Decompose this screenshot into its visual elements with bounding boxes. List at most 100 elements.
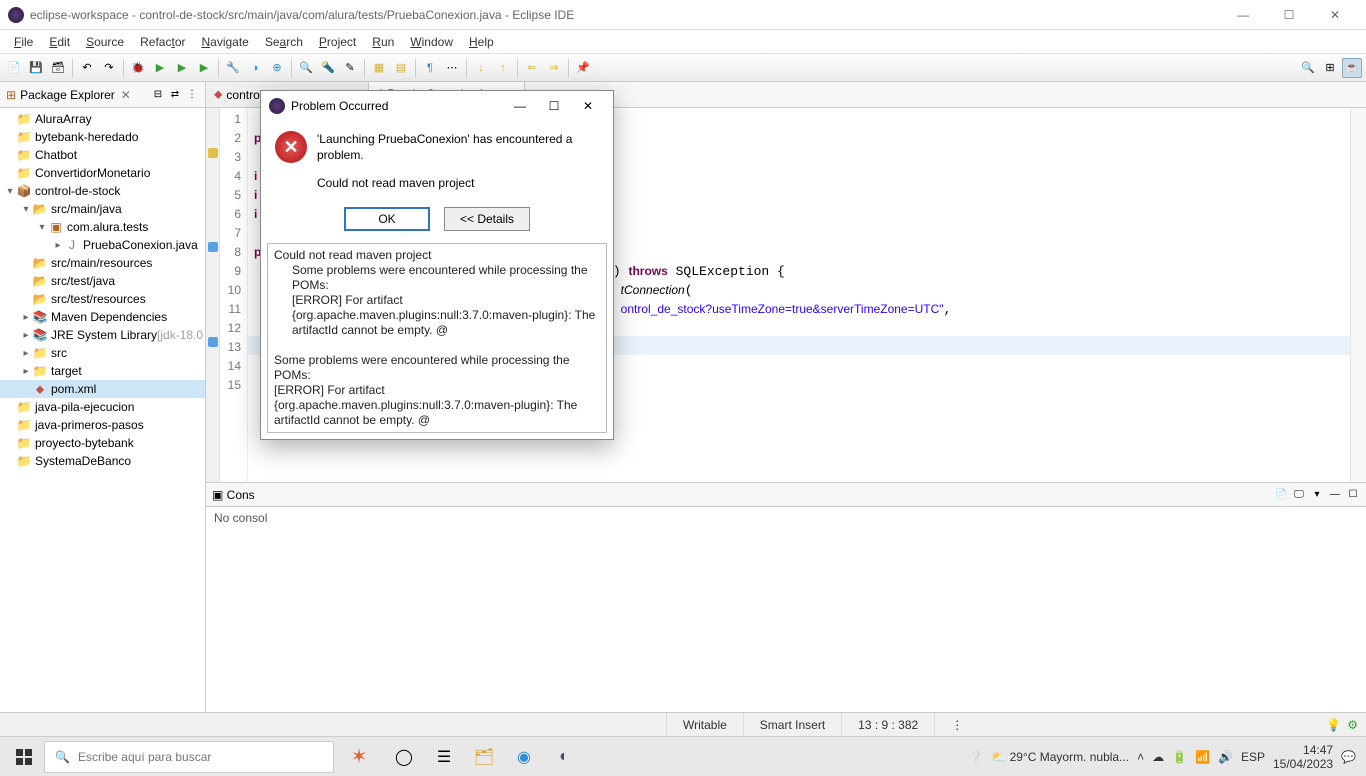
status-menu[interactable]: ⋮ bbox=[934, 713, 979, 736]
console-min-icon[interactable]: — bbox=[1328, 488, 1342, 502]
tree-item[interactable]: 📁ConvertidorMonetario bbox=[0, 164, 205, 182]
updates-icon[interactable]: ⚙ bbox=[1347, 718, 1358, 732]
run-button[interactable]: ▶ bbox=[150, 58, 170, 78]
onedrive-icon[interactable]: ☁ bbox=[1152, 750, 1164, 764]
ok-button[interactable]: OK bbox=[344, 207, 430, 231]
tray-expand-icon[interactable]: ˄ bbox=[1137, 750, 1144, 764]
pin-button[interactable]: ¶ bbox=[420, 58, 440, 78]
tree-item[interactable]: ▾📦control-de-stock bbox=[0, 182, 205, 200]
new-package-button[interactable]: ⊕ bbox=[267, 58, 287, 78]
window-minimize-button[interactable]: — bbox=[1220, 0, 1266, 30]
tree-item[interactable]: ▸📚Maven Dependencies bbox=[0, 308, 205, 326]
tree-item[interactable]: ▸📁src bbox=[0, 344, 205, 362]
tip-icon[interactable]: 💡 bbox=[1326, 718, 1341, 732]
toggle-breadcrumb-button[interactable]: ▦ bbox=[369, 58, 389, 78]
window-maximize-button[interactable]: ☐ bbox=[1266, 0, 1312, 30]
menu-window[interactable]: Window bbox=[402, 33, 461, 51]
console-max-icon[interactable]: ☐ bbox=[1346, 488, 1360, 502]
menu-file[interactable]: File bbox=[6, 33, 41, 51]
package-explorer-tab[interactable]: ⊞ Package Explorer ✕ ⊟ ⇄ ⋮ bbox=[0, 82, 205, 108]
tree-item[interactable]: ▸JPruebaConexion.java bbox=[0, 236, 205, 254]
package-explorer-title: Package Explorer bbox=[20, 88, 115, 102]
taskbar-clock[interactable]: 14:47 15/04/2023 bbox=[1273, 743, 1333, 771]
console-pin-icon[interactable]: 📄 bbox=[1274, 488, 1288, 502]
dialog-minimize-button[interactable]: — bbox=[503, 92, 537, 120]
tree-item[interactable]: ▸📁target bbox=[0, 362, 205, 380]
toggle-block-button[interactable]: ▤ bbox=[391, 58, 411, 78]
console-tab[interactable]: ▣ Cons bbox=[212, 488, 255, 502]
open-perspective-button[interactable]: ⊞ bbox=[1320, 58, 1340, 78]
prev-annotation-button[interactable]: ↑ bbox=[493, 58, 513, 78]
new-class-button[interactable]: ◑ bbox=[245, 58, 265, 78]
language-indicator[interactable]: ESP bbox=[1241, 750, 1265, 764]
notifications-icon[interactable]: 💬 bbox=[1341, 750, 1356, 764]
save-button[interactable]: 💾 bbox=[26, 58, 46, 78]
link-editor-icon[interactable]: ⇄ bbox=[168, 88, 182, 102]
save-all-button[interactable]: 🗃 bbox=[48, 58, 68, 78]
problem-dialog: Problem Occurred — ☐ ✕ ✕ 'Launching Prue… bbox=[260, 90, 614, 440]
window-titlebar: eclipse-workspace - control-de-stock/src… bbox=[0, 0, 1366, 30]
forward-button[interactable]: ⇒ bbox=[544, 58, 564, 78]
run-last-button[interactable]: ▶ bbox=[172, 58, 192, 78]
pin-editor-button[interactable]: 📌 bbox=[573, 58, 593, 78]
dialog-details-text[interactable]: Could not read maven projectSome problem… bbox=[267, 243, 607, 433]
tree-item[interactable]: ▸📚JRE System Library [jdk-18.0 bbox=[0, 326, 205, 344]
back-button[interactable]: ⇐ bbox=[522, 58, 542, 78]
tree-item[interactable]: 📁java-primeros-pasos bbox=[0, 416, 205, 434]
tree-item[interactable]: 📁java-pila-ejecucion bbox=[0, 398, 205, 416]
tree-item[interactable]: 📁AluraArray bbox=[0, 110, 205, 128]
menu-navigate[interactable]: Navigate bbox=[193, 33, 256, 51]
menu-refactor[interactable]: Refactor bbox=[132, 33, 193, 51]
console-menu-icon[interactable]: ▾ bbox=[1310, 488, 1324, 502]
help-icon[interactable]: ❔ bbox=[968, 750, 983, 764]
weather-widget[interactable]: ⛅ 29°C Mayorm. nubla... bbox=[991, 750, 1129, 764]
main-toolbar: 📄 💾 🗃 ↶ ↷ 🐞 ▶ ▶ ▶ 🔧 ◑ ⊕ 🔍 🔦 ✎ ▦ ▤ ¶ ⋯ ↓ … bbox=[0, 54, 1366, 82]
tree-item[interactable]: 📁bytebank-heredado bbox=[0, 128, 205, 146]
tree-item[interactable]: 📁SystemaDeBanco bbox=[0, 452, 205, 470]
toggle-mark-button[interactable]: ✎ bbox=[340, 58, 360, 78]
java-perspective-button[interactable]: ☕ bbox=[1342, 58, 1362, 78]
volume-icon[interactable]: 🔊 bbox=[1218, 750, 1233, 764]
show-whitespace-button[interactable]: ⋯ bbox=[442, 58, 462, 78]
undo-icon[interactable]: ↶ bbox=[77, 58, 97, 78]
view-menu-icon[interactable]: ⋮ bbox=[185, 88, 199, 102]
ext-tools-button[interactable]: 🔧 bbox=[223, 58, 243, 78]
menu-search[interactable]: Search bbox=[257, 33, 311, 51]
console-text: No consol bbox=[214, 511, 267, 525]
menu-help[interactable]: Help bbox=[461, 33, 502, 51]
tree-item[interactable]: ⬥pom.xml bbox=[0, 380, 205, 398]
debug-button[interactable]: 🐞 bbox=[128, 58, 148, 78]
coverage-button[interactable]: ▶ bbox=[194, 58, 214, 78]
tree-item[interactable]: 📂src/main/resources bbox=[0, 254, 205, 272]
tree-item[interactable]: 📁Chatbot bbox=[0, 146, 205, 164]
console-body: No consol bbox=[206, 507, 1366, 712]
redo-icon[interactable]: ↷ bbox=[99, 58, 119, 78]
quick-access-button[interactable]: 🔍 bbox=[1298, 58, 1318, 78]
console-display-icon[interactable]: 🖵 bbox=[1292, 488, 1306, 502]
menu-run[interactable]: Run bbox=[364, 33, 402, 51]
search-button[interactable]: 🔦 bbox=[318, 58, 338, 78]
menu-edit[interactable]: Edit bbox=[41, 33, 78, 51]
search-icon: 🔍 bbox=[55, 750, 70, 764]
menu-project[interactable]: Project bbox=[311, 33, 364, 51]
tree-item[interactable]: 📂src/test/java bbox=[0, 272, 205, 290]
tree-item[interactable]: ▾📂src/main/java bbox=[0, 200, 205, 218]
project-tree[interactable]: 📁AluraArray📁bytebank-heredado📁Chatbot📁Co… bbox=[0, 108, 205, 712]
menu-source[interactable]: Source bbox=[78, 33, 132, 51]
window-close-button[interactable]: ✕ bbox=[1312, 0, 1358, 30]
tree-item[interactable]: 📁proyecto-bytebank bbox=[0, 434, 205, 452]
battery-icon[interactable]: 🔋 bbox=[1172, 750, 1187, 764]
dialog-title: Problem Occurred bbox=[291, 99, 503, 113]
next-annotation-button[interactable]: ↓ bbox=[471, 58, 491, 78]
dialog-titlebar[interactable]: Problem Occurred — ☐ ✕ bbox=[261, 91, 613, 121]
tree-item[interactable]: 📂src/test/resources bbox=[0, 290, 205, 308]
dialog-close-button[interactable]: ✕ bbox=[571, 92, 605, 120]
tree-item[interactable]: ▾▣com.alura.tests bbox=[0, 218, 205, 236]
close-icon[interactable]: ✕ bbox=[121, 88, 131, 102]
dialog-maximize-button[interactable]: ☐ bbox=[537, 92, 571, 120]
details-button[interactable]: << Details bbox=[444, 207, 530, 231]
open-type-button[interactable]: 🔍 bbox=[296, 58, 316, 78]
collapse-all-icon[interactable]: ⊟ bbox=[151, 88, 165, 102]
new-button[interactable]: 📄 bbox=[4, 58, 24, 78]
wifi-icon[interactable]: 📶 bbox=[1195, 750, 1210, 764]
